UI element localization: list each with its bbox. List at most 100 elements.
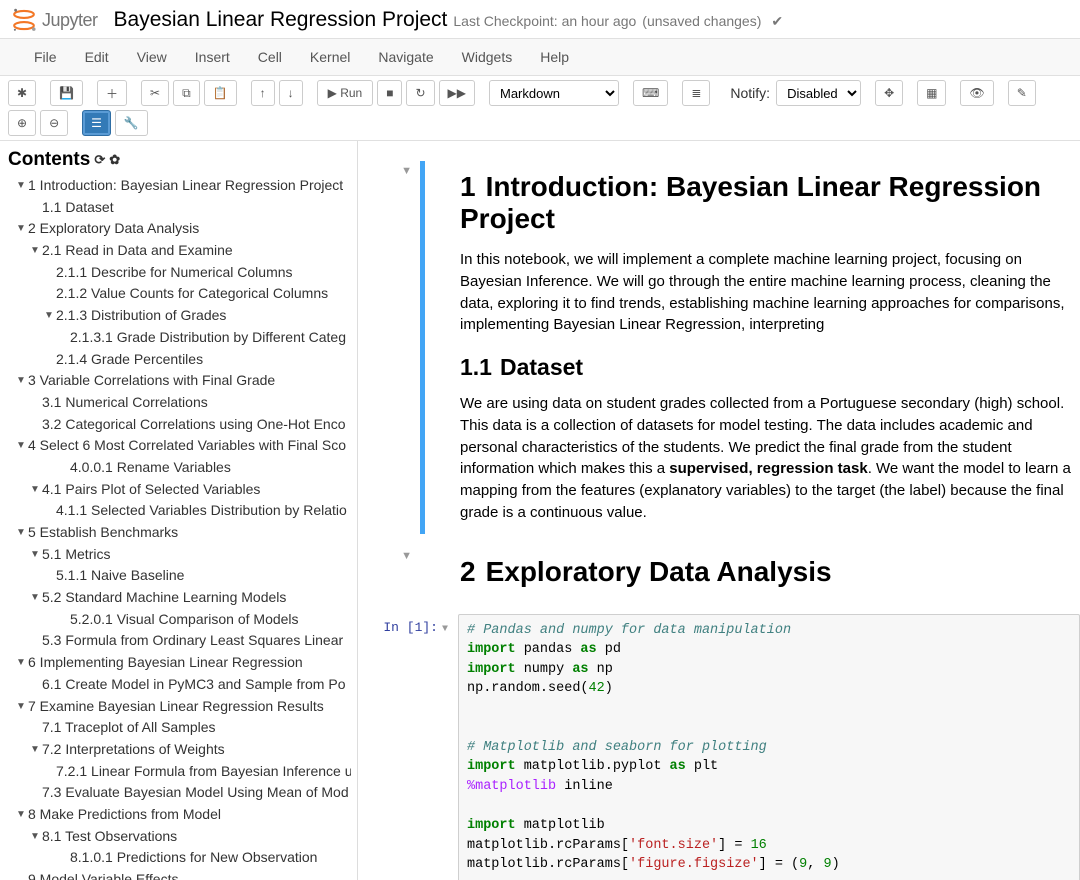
chevron-down-icon[interactable] xyxy=(30,392,42,395)
list-button[interactable]: ≣ xyxy=(682,80,710,106)
toc-item[interactable]: 5.3 Formula from Ordinary Least Squares … xyxy=(8,630,351,652)
toc-link[interactable]: 1 Introduction: Bayesian Linear Regressi… xyxy=(28,175,343,197)
chevron-down-icon[interactable]: ▼ xyxy=(16,370,28,389)
toc-item[interactable]: ▼6 Implementing Bayesian Linear Regressi… xyxy=(8,652,351,674)
toc-item[interactable]: 2.1.4 Grade Percentiles xyxy=(8,349,351,371)
toc-link[interactable]: 7.1 Traceplot of All Samples xyxy=(42,717,216,739)
toc-link[interactable]: 3.1 Numerical Correlations xyxy=(42,392,208,414)
toc-item[interactable]: ▼2.1.3 Distribution of Grades xyxy=(8,305,351,327)
move-up-button[interactable]: ↑ xyxy=(251,80,275,106)
wrench-button[interactable]: 🔧 xyxy=(115,110,148,136)
chevron-down-icon[interactable] xyxy=(30,197,42,200)
code-cell[interactable]: In [1]:▼ # Pandas and numpy for data man… xyxy=(358,608,1080,880)
chevron-down-icon[interactable]: ▼ xyxy=(16,522,28,541)
toc-item[interactable]: ▼7.2 Interpretations of Weights xyxy=(8,739,351,761)
chevron-down-icon[interactable]: ▼ xyxy=(30,587,42,606)
toc-link[interactable]: 2.1.3 Distribution of Grades xyxy=(56,305,226,327)
notify-select[interactable]: Disabled xyxy=(776,80,861,106)
notebook-title[interactable]: Bayesian Linear Regression Project xyxy=(114,8,448,32)
toc-item[interactable]: 6.1 Create Model in PyMC3 and Sample fro… xyxy=(8,674,351,696)
toc-link[interactable]: 8 Make Predictions from Model xyxy=(28,804,221,826)
toc-link[interactable]: 2.1.3.1 Grade Distribution by Different … xyxy=(70,327,346,349)
eye-button[interactable]: 👁 xyxy=(960,80,993,106)
zoom-out-button[interactable]: ⊖ xyxy=(40,110,68,136)
menu-file[interactable]: File xyxy=(20,43,71,71)
toc-item[interactable]: ▼4 Select 6 Most Correlated Variables wi… xyxy=(8,435,351,457)
toc-item[interactable]: 2.1.3.1 Grade Distribution by Different … xyxy=(8,327,351,349)
toc-link[interactable]: 1.1 Dataset xyxy=(42,197,114,219)
toc-link[interactable]: 2.1.4 Grade Percentiles xyxy=(56,349,203,371)
toc-link[interactable]: 8.1 Test Observations xyxy=(42,826,177,848)
menu-widgets[interactable]: Widgets xyxy=(448,43,527,71)
chevron-down-icon[interactable] xyxy=(44,565,56,568)
chevron-down-icon[interactable] xyxy=(30,782,42,785)
toc-link[interactable]: 5.1.1 Naive Baseline xyxy=(56,565,184,587)
toc-link[interactable]: 5.2.0.1 Visual Comparison of Models xyxy=(70,609,299,631)
toc-item[interactable]: ▼2.1 Read in Data and Examine xyxy=(8,240,351,262)
add-cell-button[interactable]: ＋ xyxy=(97,80,127,106)
toc-link[interactable]: 2 Exploratory Data Analysis xyxy=(28,218,199,240)
move-down-button[interactable]: ↓ xyxy=(279,80,303,106)
chevron-down-icon[interactable]: ▼ xyxy=(16,804,28,823)
toc-item[interactable]: 2.1.1 Describe for Numerical Columns xyxy=(8,262,351,284)
chevron-down-icon[interactable] xyxy=(44,349,56,352)
chevron-down-icon[interactable] xyxy=(44,283,56,286)
toc-item[interactable]: 7.1 Traceplot of All Samples xyxy=(8,717,351,739)
toc-item[interactable]: 7.2.1 Linear Formula from Bayesian Infer… xyxy=(8,761,351,783)
toc-link[interactable]: 7.3 Evaluate Bayesian Model Using Mean o… xyxy=(42,782,349,804)
run-button[interactable]: ▶ Run xyxy=(317,80,374,106)
toc-toggle-button[interactable]: ☰ xyxy=(82,110,111,136)
toc-item[interactable]: 3.1 Numerical Correlations xyxy=(8,392,351,414)
chevron-down-icon[interactable]: ▼ xyxy=(44,305,56,324)
toc-link[interactable]: 4.1.1 Selected Variables Distribution by… xyxy=(56,500,347,522)
chevron-down-icon[interactable] xyxy=(16,869,28,872)
toc-link[interactable]: 7.2 Interpretations of Weights xyxy=(42,739,225,761)
toc-link[interactable]: 4 Select 6 Most Correlated Variables wit… xyxy=(28,435,346,457)
toc-item[interactable]: ▼1 Introduction: Bayesian Linear Regress… xyxy=(8,175,351,197)
menu-kernel[interactable]: Kernel xyxy=(296,43,364,71)
toc-item[interactable]: 4.1.1 Selected Variables Distribution by… xyxy=(8,500,351,522)
chevron-down-icon[interactable]: ▼ xyxy=(16,435,28,454)
toc-item[interactable]: 4.0.0.1 Rename Variables xyxy=(8,457,351,479)
toc-item[interactable]: ▼5.2 Standard Machine Learning Models xyxy=(8,587,351,609)
toc-item[interactable]: 7.3 Evaluate Bayesian Model Using Mean o… xyxy=(8,782,351,804)
menu-navigate[interactable]: Navigate xyxy=(364,43,447,71)
fast-forward-button[interactable]: ▶▶ xyxy=(439,80,475,106)
toc-item[interactable]: ▼5.1 Metrics xyxy=(8,544,351,566)
toc-link[interactable]: 5.1 Metrics xyxy=(42,544,110,566)
copy-button[interactable]: ⧉ xyxy=(173,80,200,106)
chevron-down-icon[interactable] xyxy=(30,630,42,633)
toc-link[interactable]: 3 Variable Correlations with Final Grade xyxy=(28,370,275,392)
toc-link[interactable]: 6.1 Create Model in PyMC3 and Sample fro… xyxy=(42,674,345,696)
chevron-down-icon[interactable]: ▼ xyxy=(30,739,42,758)
toc-link[interactable]: 2.1.1 Describe for Numerical Columns xyxy=(56,262,293,284)
toc-link[interactable]: 5 Establish Benchmarks xyxy=(28,522,178,544)
chevron-down-icon[interactable]: ▼ xyxy=(30,240,42,259)
chevron-down-icon[interactable] xyxy=(44,262,56,265)
toc-link[interactable]: 7 Examine Bayesian Linear Regression Res… xyxy=(28,696,324,718)
toc-item[interactable]: ▼4.1 Pairs Plot of Selected Variables xyxy=(8,479,351,501)
menu-edit[interactable]: Edit xyxy=(71,43,123,71)
move-button[interactable]: ✥ xyxy=(875,80,903,106)
toc-link[interactable]: 7.2.1 Linear Formula from Bayesian Infer… xyxy=(56,761,351,783)
markdown-cell[interactable]: ▼ 2Exploratory Data Analysis xyxy=(358,540,1080,608)
toc-item[interactable]: ▼5 Establish Benchmarks xyxy=(8,522,351,544)
toc-link[interactable]: 4.0.0.1 Rename Variables xyxy=(70,457,231,479)
restart-button[interactable]: ↻ xyxy=(406,80,434,106)
zoom-in-button[interactable]: ⊕ xyxy=(8,110,36,136)
toc-item[interactable]: 8.1.0.1 Predictions for New Observation xyxy=(8,847,351,869)
menu-help[interactable]: Help xyxy=(526,43,583,71)
jupyter-logo[interactable]: Jupyter xyxy=(10,6,98,34)
calculator-button[interactable]: ▦ xyxy=(917,80,946,106)
toc-link[interactable]: 2.1 Read in Data and Examine xyxy=(42,240,233,262)
toc-item[interactable]: ▼3 Variable Correlations with Final Grad… xyxy=(8,370,351,392)
toc-item[interactable]: 9 Model Variable Effects xyxy=(8,869,351,880)
chevron-down-icon[interactable] xyxy=(58,327,70,330)
chevron-down-icon[interactable]: ▼ xyxy=(16,218,28,237)
paste-button[interactable]: 📋 xyxy=(204,80,237,106)
chevron-down-icon[interactable]: ▼ xyxy=(16,175,28,194)
chevron-down-icon[interactable] xyxy=(44,500,56,503)
chevron-down-icon[interactable] xyxy=(30,414,42,417)
chevron-down-icon[interactable]: ▼ xyxy=(30,544,42,563)
code-input[interactable]: # Pandas and numpy for data manipulation… xyxy=(458,614,1080,880)
